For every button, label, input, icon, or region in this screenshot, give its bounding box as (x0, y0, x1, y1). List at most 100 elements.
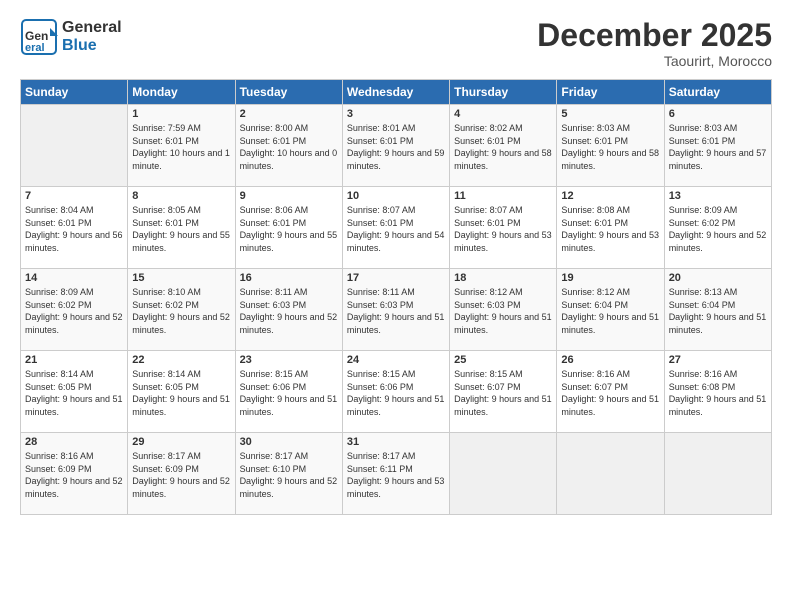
calendar-cell (664, 433, 771, 515)
calendar-week-row: 1 Sunrise: 7:59 AMSunset: 6:01 PMDaylight… (21, 105, 772, 187)
day-number: 7 (25, 190, 123, 202)
day-header: Saturday (664, 80, 771, 105)
day-number: 22 (132, 354, 230, 366)
calendar-cell: 6 Sunrise: 8:03 AMSunset: 6:01 PMDaylight… (664, 105, 771, 187)
cell-content: Sunrise: 8:08 AMSunset: 6:01 PMDaylight:… (561, 204, 659, 254)
day-number: 13 (669, 190, 767, 202)
calendar-cell (450, 433, 557, 515)
cell-content: Sunrise: 8:12 AMSunset: 6:03 PMDaylight:… (454, 286, 552, 336)
day-header: Sunday (21, 80, 128, 105)
header: Gen eral General Blue December 2025 Taou… (20, 18, 772, 69)
day-number: 30 (240, 436, 338, 448)
cell-content: Sunrise: 7:59 AMSunset: 6:01 PMDaylight:… (132, 122, 230, 172)
day-number: 12 (561, 190, 659, 202)
logo-general: General (62, 19, 122, 37)
day-number: 28 (25, 436, 123, 448)
day-number: 5 (561, 108, 659, 120)
calendar-cell: 18 Sunrise: 8:12 AMSunset: 6:03 PMDayligh… (450, 269, 557, 351)
cell-content: Sunrise: 8:07 AMSunset: 6:01 PMDaylight:… (347, 204, 445, 254)
calendar-cell: 4Sunrise: 8:02 AMSunset: 6:01 PMDaylight… (450, 105, 557, 187)
calendar-cell: 13 Sunrise: 8:09 AMSunset: 6:02 PMDayligh… (664, 187, 771, 269)
calendar-cell: 7Sunrise: 8:04 AMSunset: 6:01 PMDaylight… (21, 187, 128, 269)
cell-content: Sunrise: 8:17 AMSunset: 6:09 PMDaylight:… (132, 450, 230, 500)
calendar-cell: 1 Sunrise: 7:59 AMSunset: 6:01 PMDaylight… (128, 105, 235, 187)
cell-content: Sunrise: 8:10 AMSunset: 6:02 PMDaylight:… (132, 286, 230, 336)
calendar-cell: 2 Sunrise: 8:00 AMSunset: 6:01 PMDaylight… (235, 105, 342, 187)
title-section: December 2025 Taourirt, Morocco (537, 18, 772, 69)
calendar-cell: 30 Sunrise: 8:17 AMSunset: 6:10 PMDayligh… (235, 433, 342, 515)
cell-content: Sunrise: 8:07 AMSunset: 6:01 PMDaylight:… (454, 204, 552, 254)
cell-content: Sunrise: 8:15 AMSunset: 6:06 PMDaylight:… (347, 368, 445, 418)
calendar-cell: 5Sunrise: 8:03 AMSunset: 6:01 PMDaylight… (557, 105, 664, 187)
calendar-table: SundayMondayTuesdayWednesdayThursdayFrid… (20, 79, 772, 515)
page: Gen eral General Blue December 2025 Taou… (0, 0, 792, 612)
cell-content: Sunrise: 8:01 AMSunset: 6:01 PMDaylight:… (347, 122, 445, 172)
svg-text:eral: eral (25, 42, 45, 54)
calendar-cell: 28Sunrise: 8:16 AMSunset: 6:09 PMDayligh… (21, 433, 128, 515)
calendar-cell: 14 Sunrise: 8:09 AMSunset: 6:02 PMDayligh… (21, 269, 128, 351)
cell-content: Sunrise: 8:00 AMSunset: 6:01 PMDaylight:… (240, 122, 338, 172)
cell-content: Sunrise: 8:05 AMSunset: 6:01 PMDaylight:… (132, 204, 230, 254)
day-number: 15 (132, 272, 230, 284)
cell-content: Sunrise: 8:16 AMSunset: 6:08 PMDaylight:… (669, 368, 767, 418)
header-row: SundayMondayTuesdayWednesdayThursdayFrid… (21, 80, 772, 105)
calendar-cell: 19 Sunrise: 8:12 AMSunset: 6:04 PMDayligh… (557, 269, 664, 351)
cell-content: Sunrise: 8:17 AMSunset: 6:10 PMDaylight:… (240, 450, 338, 500)
calendar-week-row: 14 Sunrise: 8:09 AMSunset: 6:02 PMDayligh… (21, 269, 772, 351)
calendar-cell: 22 Sunrise: 8:14 AMSunset: 6:05 PMDayligh… (128, 351, 235, 433)
calendar-cell: 20Sunrise: 8:13 AMSunset: 6:04 PMDayligh… (664, 269, 771, 351)
day-number: 18 (454, 272, 552, 284)
svg-text:Gen: Gen (25, 29, 48, 43)
day-number: 17 (347, 272, 445, 284)
calendar-week-row: 21Sunrise: 8:14 AMSunset: 6:05 PMDayligh… (21, 351, 772, 433)
cell-content: Sunrise: 8:17 AMSunset: 6:11 PMDaylight:… (347, 450, 445, 500)
day-number: 16 (240, 272, 338, 284)
cell-content: Sunrise: 8:14 AMSunset: 6:05 PMDaylight:… (132, 368, 230, 418)
calendar-cell: 11 Sunrise: 8:07 AMSunset: 6:01 PMDayligh… (450, 187, 557, 269)
day-number: 2 (240, 108, 338, 120)
day-number: 24 (347, 354, 445, 366)
day-number: 1 (132, 108, 230, 120)
calendar-cell: 17Sunrise: 8:11 AMSunset: 6:03 PMDayligh… (342, 269, 449, 351)
calendar-cell: 27 Sunrise: 8:16 AMSunset: 6:08 PMDayligh… (664, 351, 771, 433)
day-number: 10 (347, 190, 445, 202)
cell-content: Sunrise: 8:12 AMSunset: 6:04 PMDaylight:… (561, 286, 659, 336)
calendar-cell: 26Sunrise: 8:16 AMSunset: 6:07 PMDayligh… (557, 351, 664, 433)
day-number: 11 (454, 190, 552, 202)
calendar-cell: 12 Sunrise: 8:08 AMSunset: 6:01 PMDayligh… (557, 187, 664, 269)
calendar-cell: 8Sunrise: 8:05 AMSunset: 6:01 PMDaylight… (128, 187, 235, 269)
calendar-cell: 3 Sunrise: 8:01 AMSunset: 6:01 PMDaylight… (342, 105, 449, 187)
calendar-cell: 31 Sunrise: 8:17 AMSunset: 6:11 PMDayligh… (342, 433, 449, 515)
cell-content: Sunrise: 8:14 AMSunset: 6:05 PMDaylight:… (25, 368, 123, 418)
calendar-cell: 24 Sunrise: 8:15 AMSunset: 6:06 PMDayligh… (342, 351, 449, 433)
cell-content: Sunrise: 8:09 AMSunset: 6:02 PMDaylight:… (669, 204, 767, 254)
day-header: Monday (128, 80, 235, 105)
calendar-week-row: 7Sunrise: 8:04 AMSunset: 6:01 PMDaylight… (21, 187, 772, 269)
day-header: Friday (557, 80, 664, 105)
cell-content: Sunrise: 8:11 AMSunset: 6:03 PMDaylight:… (240, 286, 338, 336)
logo-icon: Gen eral (20, 18, 58, 56)
calendar-cell (557, 433, 664, 515)
cell-content: Sunrise: 8:09 AMSunset: 6:02 PMDaylight:… (25, 286, 123, 336)
calendar-cell: 29Sunrise: 8:17 AMSunset: 6:09 PMDayligh… (128, 433, 235, 515)
calendar-cell: 15 Sunrise: 8:10 AMSunset: 6:02 PMDayligh… (128, 269, 235, 351)
logo: Gen eral General Blue (20, 18, 122, 56)
day-header: Wednesday (342, 80, 449, 105)
cell-content: Sunrise: 8:15 AMSunset: 6:07 PMDaylight:… (454, 368, 552, 418)
day-number: 27 (669, 354, 767, 366)
calendar-cell: 21Sunrise: 8:14 AMSunset: 6:05 PMDayligh… (21, 351, 128, 433)
calendar-cell: 16 Sunrise: 8:11 AMSunset: 6:03 PMDayligh… (235, 269, 342, 351)
calendar-week-row: 28Sunrise: 8:16 AMSunset: 6:09 PMDayligh… (21, 433, 772, 515)
day-number: 14 (25, 272, 123, 284)
day-number: 6 (669, 108, 767, 120)
calendar-cell (21, 105, 128, 187)
cell-content: Sunrise: 8:02 AMSunset: 6:01 PMDaylight:… (454, 122, 552, 172)
day-number: 31 (347, 436, 445, 448)
day-number: 3 (347, 108, 445, 120)
location: Taourirt, Morocco (537, 53, 772, 69)
day-number: 9 (240, 190, 338, 202)
cell-content: Sunrise: 8:03 AMSunset: 6:01 PMDaylight:… (669, 122, 767, 172)
day-number: 19 (561, 272, 659, 284)
day-header: Thursday (450, 80, 557, 105)
cell-content: Sunrise: 8:16 AMSunset: 6:07 PMDaylight:… (561, 368, 659, 418)
